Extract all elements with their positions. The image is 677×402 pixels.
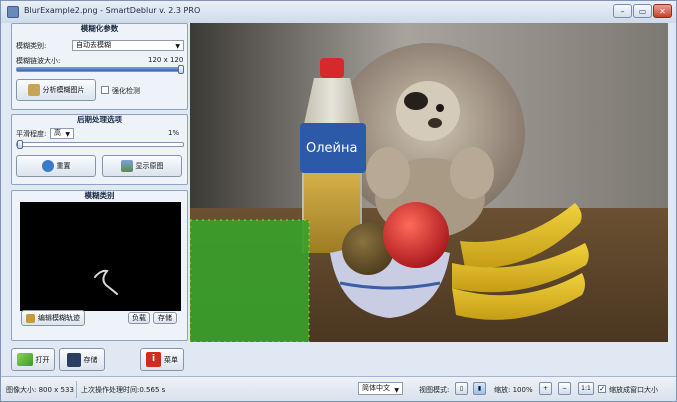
edit-trajectory-button[interactable]: 编辑模糊轨迹 xyxy=(21,310,85,326)
blur-kernel-title: 模糊类别 xyxy=(84,191,115,200)
zoom-in-button[interactable]: + xyxy=(539,382,552,395)
smooth-slider[interactable] xyxy=(16,140,184,149)
blur-size-slider[interactable] xyxy=(16,65,184,74)
blur-params-panel: 模糊化参数 模糊类别: 自动去模糊 ▼ 模糊链波大小: 120 x 120 分析… xyxy=(11,23,188,110)
blur-size-fill xyxy=(17,68,183,71)
smooth-select[interactable]: 高 ▼ xyxy=(50,128,74,139)
fit-window-label: 缩放成窗口大小 xyxy=(609,386,658,394)
single-view-icon: ▯ xyxy=(459,385,464,392)
analyze-label: 分析模糊图片 xyxy=(42,86,85,94)
blur-params-title: 模糊化参数 xyxy=(80,24,119,33)
smooth-label: 平滑程度: xyxy=(16,130,47,138)
blur-size-thumb[interactable] xyxy=(178,65,184,74)
save-label: 存储 xyxy=(83,355,98,364)
menu-button[interactable]: i 菜单 xyxy=(140,348,184,371)
last-op-time: 上次操作处理时间:0.565 s xyxy=(81,386,166,394)
blur-type-select[interactable]: 自动去模糊 ▼ xyxy=(72,40,184,51)
load-kernel-button[interactable]: 负载 xyxy=(128,312,150,324)
post-processing-panel: 后期处理选项 平滑程度: 高 ▼ 1% 重置 显示原图 xyxy=(11,114,188,185)
view-mode-label: 视图模式: xyxy=(419,386,450,394)
blur-size-label: 模糊链波大小: xyxy=(16,57,61,65)
blur-type-value: 自动去模糊 xyxy=(76,41,111,49)
split-view-icon: ▮ xyxy=(477,385,482,392)
minimize-button[interactable]: – xyxy=(613,4,632,18)
view-single-button[interactable]: ▯ xyxy=(455,382,468,395)
save-kernel-button[interactable]: 存储 xyxy=(153,312,177,324)
edit-trajectory-label: 编辑模糊轨迹 xyxy=(38,314,80,322)
image-size: 图像大小: 800 x 533 xyxy=(6,386,74,394)
view-split-button[interactable]: ▮ xyxy=(473,382,486,395)
zoom-in-icon: + xyxy=(542,385,549,392)
pencil-icon xyxy=(26,313,35,323)
magic-wand-icon xyxy=(27,84,40,96)
analyze-button[interactable]: 分析模糊图片 xyxy=(16,79,96,101)
image-viewport[interactable]: Олейна xyxy=(190,23,668,342)
app-icon xyxy=(7,6,19,18)
blur-kernel-preview xyxy=(20,202,181,311)
folder-check-icon xyxy=(16,353,33,366)
left-panel: 模糊化参数 模糊类别: 自动去模糊 ▼ 模糊链波大小: 120 x 120 分析… xyxy=(5,23,188,373)
zoom-out-button[interactable]: − xyxy=(558,382,571,395)
info-icon: i xyxy=(146,352,161,367)
open-button[interactable]: 打开 xyxy=(11,348,55,371)
zoom-out-icon: − xyxy=(561,385,568,392)
language-select[interactable]: 简体中文 ▼ xyxy=(358,382,403,395)
image-icon xyxy=(120,160,133,172)
chevron-down-icon: ▼ xyxy=(175,43,180,50)
kernel-trajectory xyxy=(94,269,118,295)
title-bar: BlurExample2.png - SmartDeblur v. 2.3 PR… xyxy=(1,1,676,23)
smooth-percent: 1% xyxy=(168,129,180,137)
open-label: 打开 xyxy=(35,355,50,364)
smooth-thumb[interactable] xyxy=(17,140,23,149)
zoom-label: 缩放: 100% xyxy=(494,386,533,394)
language-value: 简体中文 xyxy=(362,384,390,392)
fit-window-checkbox[interactable]: ✓ xyxy=(598,385,606,393)
show-original-button[interactable]: 显示原图 xyxy=(102,155,182,177)
show-original-label: 显示原图 xyxy=(135,162,164,170)
undo-icon xyxy=(41,160,54,172)
post-processing-title: 后期处理选项 xyxy=(77,115,122,124)
status-divider xyxy=(76,381,77,398)
preview-image: Олейна xyxy=(190,23,668,342)
status-bar: 图像大小: 800 x 533 上次操作处理时间:0.565 s 简体中文 ▼ … xyxy=(1,376,676,401)
maximize-button[interactable]: ▭ xyxy=(633,4,652,18)
fine-detect-checkbox[interactable] xyxy=(101,86,109,94)
save-button[interactable]: 存储 xyxy=(59,348,105,371)
close-button[interactable]: ✕ xyxy=(653,4,672,18)
zoom-one-to-one-button[interactable]: 1:1 xyxy=(578,382,594,395)
fine-detect-label: 强化检测 xyxy=(112,87,140,95)
floppy-icon xyxy=(66,352,81,367)
window-title: BlurExample2.png - SmartDeblur v. 2.3 PR… xyxy=(24,6,201,15)
blur-kernel-panel: 模糊类别 编辑模糊轨迹 负载 存储 xyxy=(11,190,188,341)
app-window: BlurExample2.png - SmartDeblur v. 2.3 PR… xyxy=(0,0,677,402)
blur-size-value: 120 x 120 xyxy=(148,56,184,64)
reset-label: 重置 xyxy=(56,162,71,170)
chevron-down-icon: ▼ xyxy=(65,131,70,138)
blur-type-label: 模糊类别: xyxy=(16,42,47,50)
svg-text:Олейна: Олейна xyxy=(306,141,357,156)
smooth-value: 高 xyxy=(54,129,61,137)
reset-button[interactable]: 重置 xyxy=(16,155,96,177)
chevron-down-icon: ▼ xyxy=(394,387,399,394)
menu-label: 菜单 xyxy=(164,355,178,364)
